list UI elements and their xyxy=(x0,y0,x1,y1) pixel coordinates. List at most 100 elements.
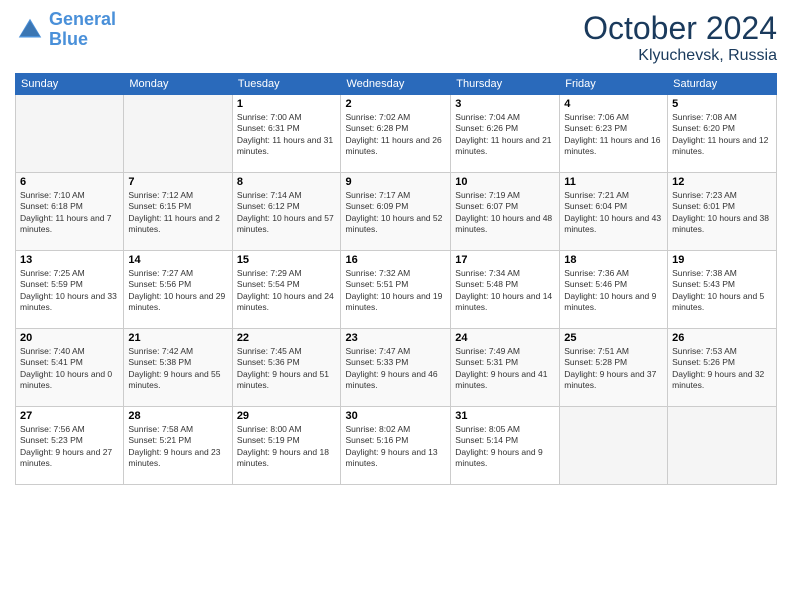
day-number: 9 xyxy=(345,176,446,188)
logo-icon xyxy=(15,15,45,45)
calendar-cell: 24 Sunrise: 7:49 AMSunset: 5:31 PMDaylig… xyxy=(451,329,560,407)
calendar-cell xyxy=(668,407,777,485)
col-monday: Monday xyxy=(124,74,232,95)
calendar-cell: 4 Sunrise: 7:06 AMSunset: 6:23 PMDayligh… xyxy=(560,95,668,173)
calendar-cell: 9 Sunrise: 7:17 AMSunset: 6:09 PMDayligh… xyxy=(341,173,451,251)
calendar-cell: 13 Sunrise: 7:25 AMSunset: 5:59 PMDaylig… xyxy=(16,251,124,329)
calendar-cell: 19 Sunrise: 7:38 AMSunset: 5:43 PMDaylig… xyxy=(668,251,777,329)
day-number: 8 xyxy=(237,176,337,188)
day-info: Sunrise: 7:42 AMSunset: 5:38 PMDaylight:… xyxy=(128,346,227,392)
day-info: Sunrise: 7:29 AMSunset: 5:54 PMDaylight:… xyxy=(237,268,337,314)
calendar-cell: 7 Sunrise: 7:12 AMSunset: 6:15 PMDayligh… xyxy=(124,173,232,251)
day-number: 2 xyxy=(345,98,446,110)
calendar-cell: 2 Sunrise: 7:02 AMSunset: 6:28 PMDayligh… xyxy=(341,95,451,173)
location: Klyuchevsk, Russia xyxy=(583,47,777,65)
day-number: 22 xyxy=(237,332,337,344)
day-number: 19 xyxy=(672,254,772,266)
day-number: 12 xyxy=(672,176,772,188)
day-info: Sunrise: 8:02 AMSunset: 5:16 PMDaylight:… xyxy=(345,424,446,470)
page-header: General Blue October 2024 Klyuchevsk, Ru… xyxy=(15,10,777,65)
day-number: 27 xyxy=(20,410,119,422)
day-number: 20 xyxy=(20,332,119,344)
day-number: 1 xyxy=(237,98,337,110)
calendar-cell: 12 Sunrise: 7:23 AMSunset: 6:01 PMDaylig… xyxy=(668,173,777,251)
day-number: 28 xyxy=(128,410,227,422)
week-row-2: 6 Sunrise: 7:10 AMSunset: 6:18 PMDayligh… xyxy=(16,173,777,251)
calendar-cell: 29 Sunrise: 8:00 AMSunset: 5:19 PMDaylig… xyxy=(232,407,341,485)
col-saturday: Saturday xyxy=(668,74,777,95)
calendar-cell: 26 Sunrise: 7:53 AMSunset: 5:26 PMDaylig… xyxy=(668,329,777,407)
day-info: Sunrise: 7:34 AMSunset: 5:48 PMDaylight:… xyxy=(455,268,555,314)
day-info: Sunrise: 7:47 AMSunset: 5:33 PMDaylight:… xyxy=(345,346,446,392)
calendar-cell xyxy=(560,407,668,485)
day-info: Sunrise: 7:08 AMSunset: 6:20 PMDaylight:… xyxy=(672,112,772,158)
col-sunday: Sunday xyxy=(16,74,124,95)
day-number: 24 xyxy=(455,332,555,344)
day-info: Sunrise: 7:56 AMSunset: 5:23 PMDaylight:… xyxy=(20,424,119,470)
col-friday: Friday xyxy=(560,74,668,95)
calendar-cell: 18 Sunrise: 7:36 AMSunset: 5:46 PMDaylig… xyxy=(560,251,668,329)
day-info: Sunrise: 7:45 AMSunset: 5:36 PMDaylight:… xyxy=(237,346,337,392)
week-row-3: 13 Sunrise: 7:25 AMSunset: 5:59 PMDaylig… xyxy=(16,251,777,329)
day-info: Sunrise: 7:23 AMSunset: 6:01 PMDaylight:… xyxy=(672,190,772,236)
calendar-cell: 5 Sunrise: 7:08 AMSunset: 6:20 PMDayligh… xyxy=(668,95,777,173)
calendar-cell: 31 Sunrise: 8:05 AMSunset: 5:14 PMDaylig… xyxy=(451,407,560,485)
calendar-cell: 28 Sunrise: 7:58 AMSunset: 5:21 PMDaylig… xyxy=(124,407,232,485)
calendar-cell: 11 Sunrise: 7:21 AMSunset: 6:04 PMDaylig… xyxy=(560,173,668,251)
day-info: Sunrise: 7:40 AMSunset: 5:41 PMDaylight:… xyxy=(20,346,119,392)
day-info: Sunrise: 8:05 AMSunset: 5:14 PMDaylight:… xyxy=(455,424,555,470)
calendar-cell xyxy=(16,95,124,173)
calendar-cell: 21 Sunrise: 7:42 AMSunset: 5:38 PMDaylig… xyxy=(124,329,232,407)
col-thursday: Thursday xyxy=(451,74,560,95)
day-number: 30 xyxy=(345,410,446,422)
day-info: Sunrise: 7:04 AMSunset: 6:26 PMDaylight:… xyxy=(455,112,555,158)
calendar-cell: 20 Sunrise: 7:40 AMSunset: 5:41 PMDaylig… xyxy=(16,329,124,407)
calendar-cell: 25 Sunrise: 7:51 AMSunset: 5:28 PMDaylig… xyxy=(560,329,668,407)
day-number: 17 xyxy=(455,254,555,266)
day-number: 13 xyxy=(20,254,119,266)
calendar-cell: 15 Sunrise: 7:29 AMSunset: 5:54 PMDaylig… xyxy=(232,251,341,329)
day-info: Sunrise: 7:12 AMSunset: 6:15 PMDaylight:… xyxy=(128,190,227,236)
calendar-cell xyxy=(124,95,232,173)
day-info: Sunrise: 7:53 AMSunset: 5:26 PMDaylight:… xyxy=(672,346,772,392)
logo: General Blue xyxy=(15,10,116,50)
col-tuesday: Tuesday xyxy=(232,74,341,95)
day-info: Sunrise: 7:17 AMSunset: 6:09 PMDaylight:… xyxy=(345,190,446,236)
day-number: 10 xyxy=(455,176,555,188)
calendar-table: Sunday Monday Tuesday Wednesday Thursday… xyxy=(15,73,777,485)
day-number: 3 xyxy=(455,98,555,110)
day-info: Sunrise: 8:00 AMSunset: 5:19 PMDaylight:… xyxy=(237,424,337,470)
day-info: Sunrise: 7:49 AMSunset: 5:31 PMDaylight:… xyxy=(455,346,555,392)
day-number: 31 xyxy=(455,410,555,422)
day-number: 6 xyxy=(20,176,119,188)
title-block: October 2024 Klyuchevsk, Russia xyxy=(583,10,777,65)
calendar-cell: 14 Sunrise: 7:27 AMSunset: 5:56 PMDaylig… xyxy=(124,251,232,329)
calendar-cell: 6 Sunrise: 7:10 AMSunset: 6:18 PMDayligh… xyxy=(16,173,124,251)
calendar-cell: 27 Sunrise: 7:56 AMSunset: 5:23 PMDaylig… xyxy=(16,407,124,485)
calendar-cell: 10 Sunrise: 7:19 AMSunset: 6:07 PMDaylig… xyxy=(451,173,560,251)
day-number: 11 xyxy=(564,176,663,188)
day-number: 4 xyxy=(564,98,663,110)
day-info: Sunrise: 7:14 AMSunset: 6:12 PMDaylight:… xyxy=(237,190,337,236)
col-wednesday: Wednesday xyxy=(341,74,451,95)
calendar-page: General Blue October 2024 Klyuchevsk, Ru… xyxy=(0,0,792,612)
day-number: 25 xyxy=(564,332,663,344)
logo-text: General Blue xyxy=(49,10,116,50)
day-number: 18 xyxy=(564,254,663,266)
day-number: 26 xyxy=(672,332,772,344)
day-info: Sunrise: 7:58 AMSunset: 5:21 PMDaylight:… xyxy=(128,424,227,470)
day-info: Sunrise: 7:36 AMSunset: 5:46 PMDaylight:… xyxy=(564,268,663,314)
day-number: 29 xyxy=(237,410,337,422)
day-info: Sunrise: 7:02 AMSunset: 6:28 PMDaylight:… xyxy=(345,112,446,158)
day-number: 14 xyxy=(128,254,227,266)
day-info: Sunrise: 7:10 AMSunset: 6:18 PMDaylight:… xyxy=(20,190,119,236)
day-number: 5 xyxy=(672,98,772,110)
day-info: Sunrise: 7:06 AMSunset: 6:23 PMDaylight:… xyxy=(564,112,663,158)
day-number: 21 xyxy=(128,332,227,344)
calendar-cell: 8 Sunrise: 7:14 AMSunset: 6:12 PMDayligh… xyxy=(232,173,341,251)
month-title: October 2024 xyxy=(583,10,777,47)
day-info: Sunrise: 7:27 AMSunset: 5:56 PMDaylight:… xyxy=(128,268,227,314)
day-info: Sunrise: 7:38 AMSunset: 5:43 PMDaylight:… xyxy=(672,268,772,314)
day-info: Sunrise: 7:00 AMSunset: 6:31 PMDaylight:… xyxy=(237,112,337,158)
day-number: 15 xyxy=(237,254,337,266)
